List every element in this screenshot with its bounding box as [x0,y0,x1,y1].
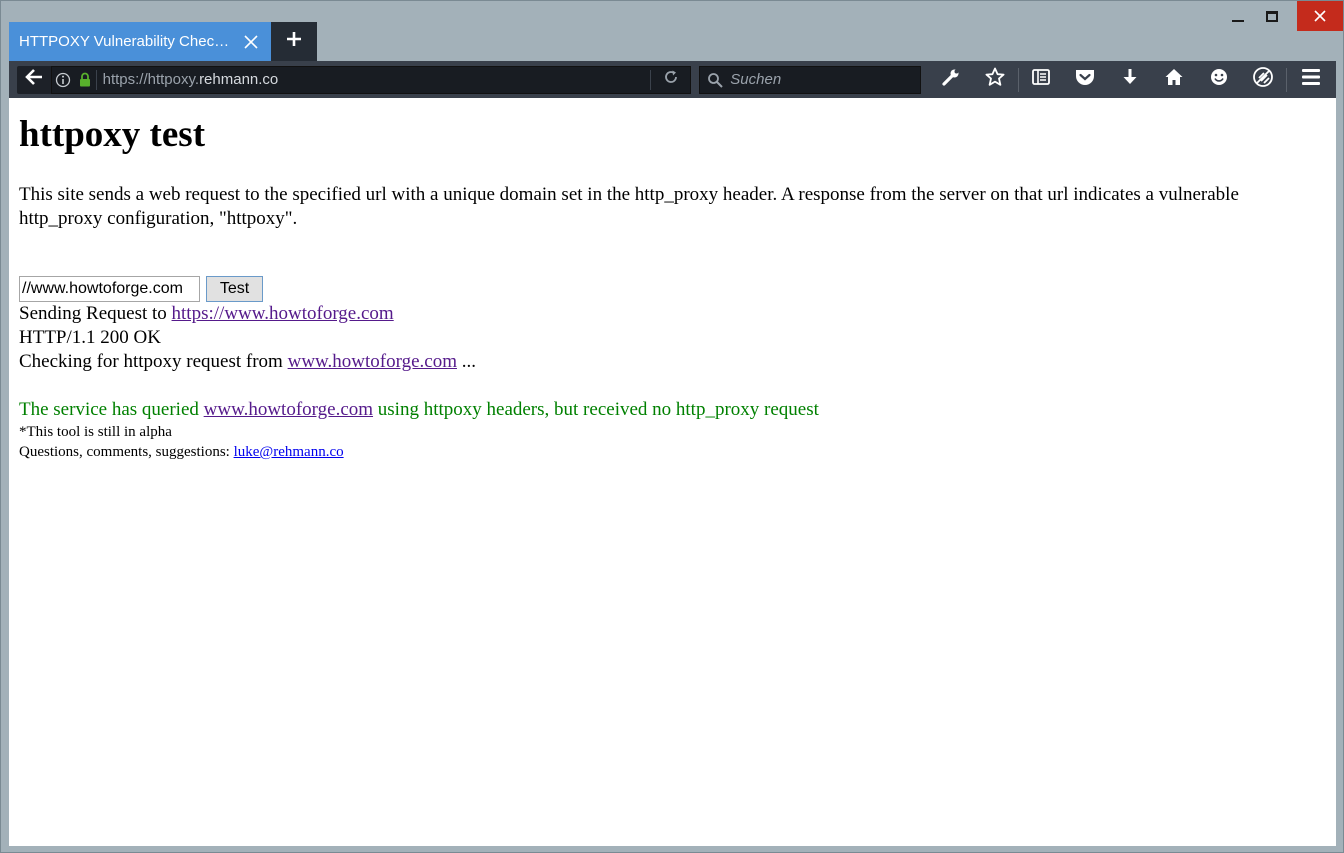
info-icon[interactable] [52,72,74,88]
star-icon [985,67,1005,92]
result-prefix: The service has queried [19,399,204,420]
browser-window: HTTPOXY Vulnerability Checki... https://… [0,0,1344,853]
smiley-icon [1209,67,1229,92]
bookmark-button[interactable] [973,61,1017,98]
back-arrow-icon [24,69,43,90]
sending-request-line: Sending Request to https://www.howtoforg… [19,302,1326,326]
close-icon [1314,10,1326,22]
http-status-line: HTTP/1.1 200 OK [19,327,161,348]
result-link[interactable]: www.howtoforge.com [204,399,373,420]
lock-icon[interactable] [74,72,96,87]
home-icon [1164,67,1184,92]
minimize-icon [1232,20,1244,22]
back-button[interactable] [17,65,51,94]
page-description: This site sends a web request to the spe… [19,184,1239,229]
minimize-button[interactable] [1221,1,1255,31]
page-content: httpoxy test This site sends a web reque… [9,98,1336,846]
page-title: httpoxy test [19,114,206,155]
checking-line: Checking for httpoxy request from www.ho… [19,350,1326,374]
download-icon [1120,67,1140,92]
url-bar[interactable]: https://httpoxy.rehmann.co [50,65,692,94]
tab-httpoxy[interactable]: HTTPOXY Vulnerability Checki... [9,22,271,61]
url-domain: rehmann.co [199,70,279,88]
window-controls [1221,1,1343,31]
search-icon [700,72,730,88]
menu-icon [1301,68,1321,91]
maximize-icon [1266,10,1278,22]
developer-tools-button[interactable] [929,61,973,98]
alpha-note: *This tool is still in alpha [19,424,172,440]
result-suffix: using httpoxy headers, but received no h… [373,399,819,420]
tracking-protection-button[interactable] [1241,61,1285,98]
url-input[interactable] [19,276,200,302]
reload-button[interactable] [650,69,690,90]
url-prefix: https://httpoxy. [102,70,200,88]
result-message: The service has queried www.howtoforge.c… [19,398,1326,422]
checking-suffix: ... [456,351,476,372]
tab-close-icon[interactable] [241,32,261,52]
pocket-button[interactable] [1063,61,1107,98]
contact-email-link[interactable]: luke@rehmann.co [234,444,344,460]
tab-strip: HTTPOXY Vulnerability Checki... [9,22,317,61]
pocket-icon [1074,67,1096,92]
contact-line: Questions, comments, suggestions: luke@r… [19,442,1326,462]
navigation-toolbar: https://httpoxy.rehmann.co [9,61,1336,98]
home-button[interactable] [1152,61,1196,98]
test-button[interactable]: Test [206,276,263,302]
sending-request-link[interactable]: https://www.howtoforge.com [172,303,394,324]
sending-prefix: Sending Request to [19,303,172,324]
feedback-button[interactable] [1197,61,1241,98]
new-tab-button[interactable] [271,22,317,61]
downloads-button[interactable] [1108,61,1152,98]
plus-icon [286,31,302,52]
checking-prefix: Checking for httpoxy request from [19,351,288,372]
tab-title: HTTPOXY Vulnerability Checki... [19,33,233,50]
reading-list-button[interactable] [1019,61,1063,98]
reading-list-icon [1031,67,1051,92]
maximize-button[interactable] [1255,1,1289,31]
main-menu-button[interactable] [1287,61,1336,98]
search-input[interactable] [730,71,911,88]
reload-icon [663,69,679,90]
search-bar[interactable] [699,65,921,94]
contact-prefix: Questions, comments, suggestions: [19,444,234,460]
wrench-icon [941,67,961,92]
url-text[interactable]: https://httpoxy.rehmann.co [95,69,651,90]
no-tracking-icon [1252,66,1274,93]
checking-link[interactable]: www.howtoforge.com [288,351,457,372]
test-form: Test [19,276,1326,302]
close-window-button[interactable] [1297,1,1343,31]
